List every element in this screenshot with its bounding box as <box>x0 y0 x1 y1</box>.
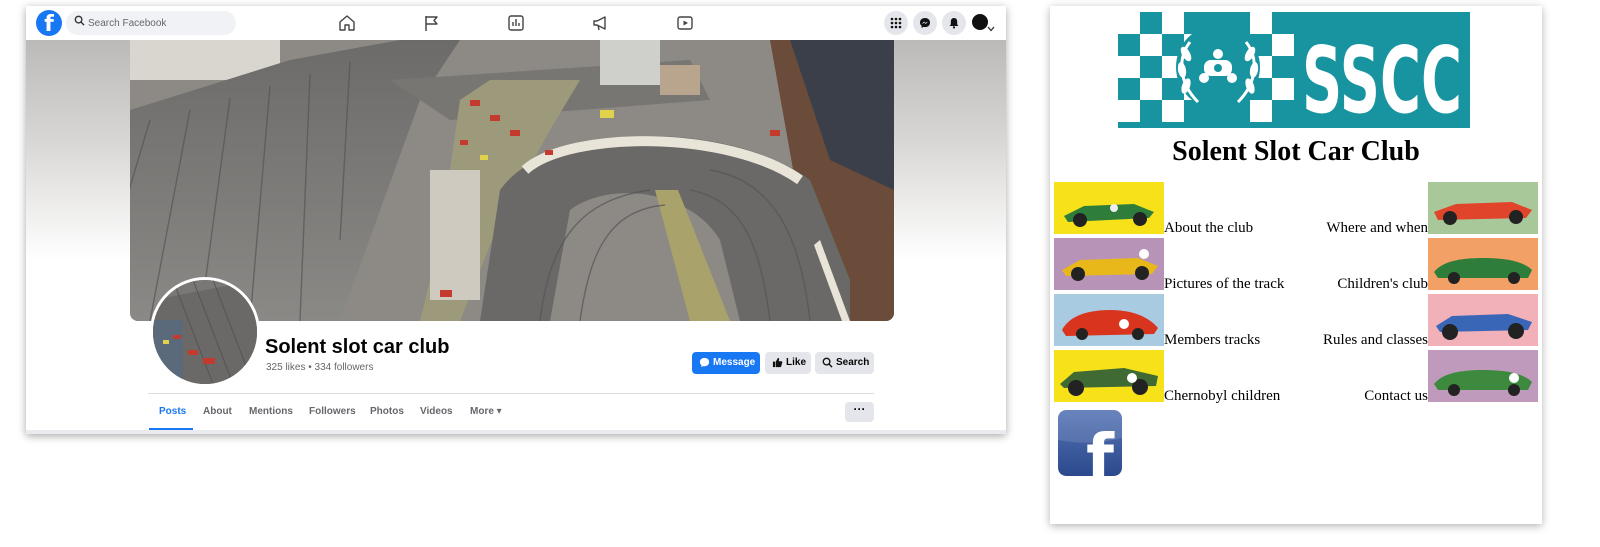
blue-vintage-car-tile[interactable] <box>1428 294 1538 346</box>
facebook-top-bar: f <box>26 6 1006 41</box>
facebook-link-icon[interactable]: f <box>1058 410 1122 476</box>
tab-followers[interactable]: Followers <box>309 406 356 417</box>
profile-picture-image <box>153 280 257 384</box>
facebook-search-box[interactable] <box>66 11 236 35</box>
flag-icon[interactable] <box>423 14 441 32</box>
message-button-label: Message <box>713 357 756 368</box>
green-roadster-tile[interactable] <box>1428 238 1538 290</box>
facebook-square-icon: f <box>1058 410 1122 476</box>
message-button[interactable]: Message <box>692 352 760 374</box>
green-vintage-car-tile[interactable] <box>1054 350 1164 402</box>
chevron-down-icon[interactable] <box>987 26 995 32</box>
green-race-car-tile[interactable] <box>1054 182 1164 234</box>
messenger-icon <box>699 357 710 368</box>
like-button-label: Like <box>786 357 807 368</box>
home-icon[interactable] <box>338 14 356 32</box>
tab-videos[interactable]: Videos <box>420 406 453 417</box>
page-search-button-label: Search <box>836 357 870 368</box>
tabs-divider <box>148 393 874 394</box>
video-icon[interactable] <box>676 14 694 32</box>
search-facebook-input[interactable] <box>88 14 228 32</box>
slot-track-cover-image <box>130 40 894 321</box>
search-icon <box>822 357 833 368</box>
link-contact-us[interactable]: Contact us <box>1364 388 1428 405</box>
tab-photos[interactable]: Photos <box>370 406 404 417</box>
page-search-button[interactable]: Search <box>815 352 874 374</box>
link-chernobyl-children[interactable]: Chernobyl children <box>1164 388 1280 405</box>
link-about-the-club[interactable]: About the club <box>1164 220 1253 237</box>
page-bottom-strip <box>26 430 1006 434</box>
red-sports-car-tile[interactable] <box>1054 294 1164 346</box>
cover-photo[interactable] <box>130 40 894 321</box>
link-childrens-club[interactable]: Children's club <box>1337 276 1428 293</box>
profile-picture[interactable] <box>150 277 260 387</box>
tab-mentions[interactable]: Mentions <box>249 406 293 417</box>
green-sports-car-tile[interactable] <box>1428 350 1538 402</box>
thumbs-up-icon <box>772 357 783 368</box>
link-rules-and-classes[interactable]: Rules and classes <box>1323 332 1428 349</box>
facebook-page-panel: f Search Facebook Solent slot car club 3… <box>26 6 1006 434</box>
yellow-race-car-tile[interactable] <box>1054 238 1164 290</box>
facebook-square-letter: f <box>1086 422 1115 476</box>
more-options-button[interactable]: ··· <box>845 402 874 422</box>
facebook-logo-icon[interactable]: f <box>36 10 62 36</box>
bell-icon <box>949 18 959 29</box>
megaphone-icon[interactable] <box>592 14 610 32</box>
club-website-panel: SSCC Solent Slot Car Club About the club… <box>1050 6 1542 524</box>
link-members-tracks[interactable]: Members tracks <box>1164 332 1260 349</box>
red-race-car-tile[interactable] <box>1428 182 1538 234</box>
search-icon <box>74 15 85 26</box>
messenger-button[interactable] <box>913 11 937 35</box>
menu-grid-icon <box>890 17 902 29</box>
link-pictures-of-the-track[interactable]: Pictures of the track <box>1164 276 1284 293</box>
site-title: Solent Slot Car Club <box>1172 136 1420 167</box>
page-stats: 325 likes • 334 followers <box>266 362 374 373</box>
menu-grid-button[interactable] <box>884 11 908 35</box>
tab-about[interactable]: About <box>203 406 232 417</box>
sscc-banner-logo: SSCC <box>1118 12 1470 128</box>
ads-manager-icon[interactable] <box>507 14 525 32</box>
page-title: Solent slot car club <box>265 336 450 358</box>
like-button[interactable]: Like <box>765 352 811 374</box>
tab-posts[interactable]: Posts <box>159 406 186 417</box>
account-icon[interactable] <box>972 14 988 30</box>
messenger-icon <box>920 18 930 28</box>
tab-more[interactable]: More ▾ <box>470 406 502 417</box>
link-where-and-when[interactable]: Where and when <box>1326 220 1428 237</box>
banner-sscc-text: SSCC <box>1302 27 1462 128</box>
notifications-button[interactable] <box>942 11 966 35</box>
